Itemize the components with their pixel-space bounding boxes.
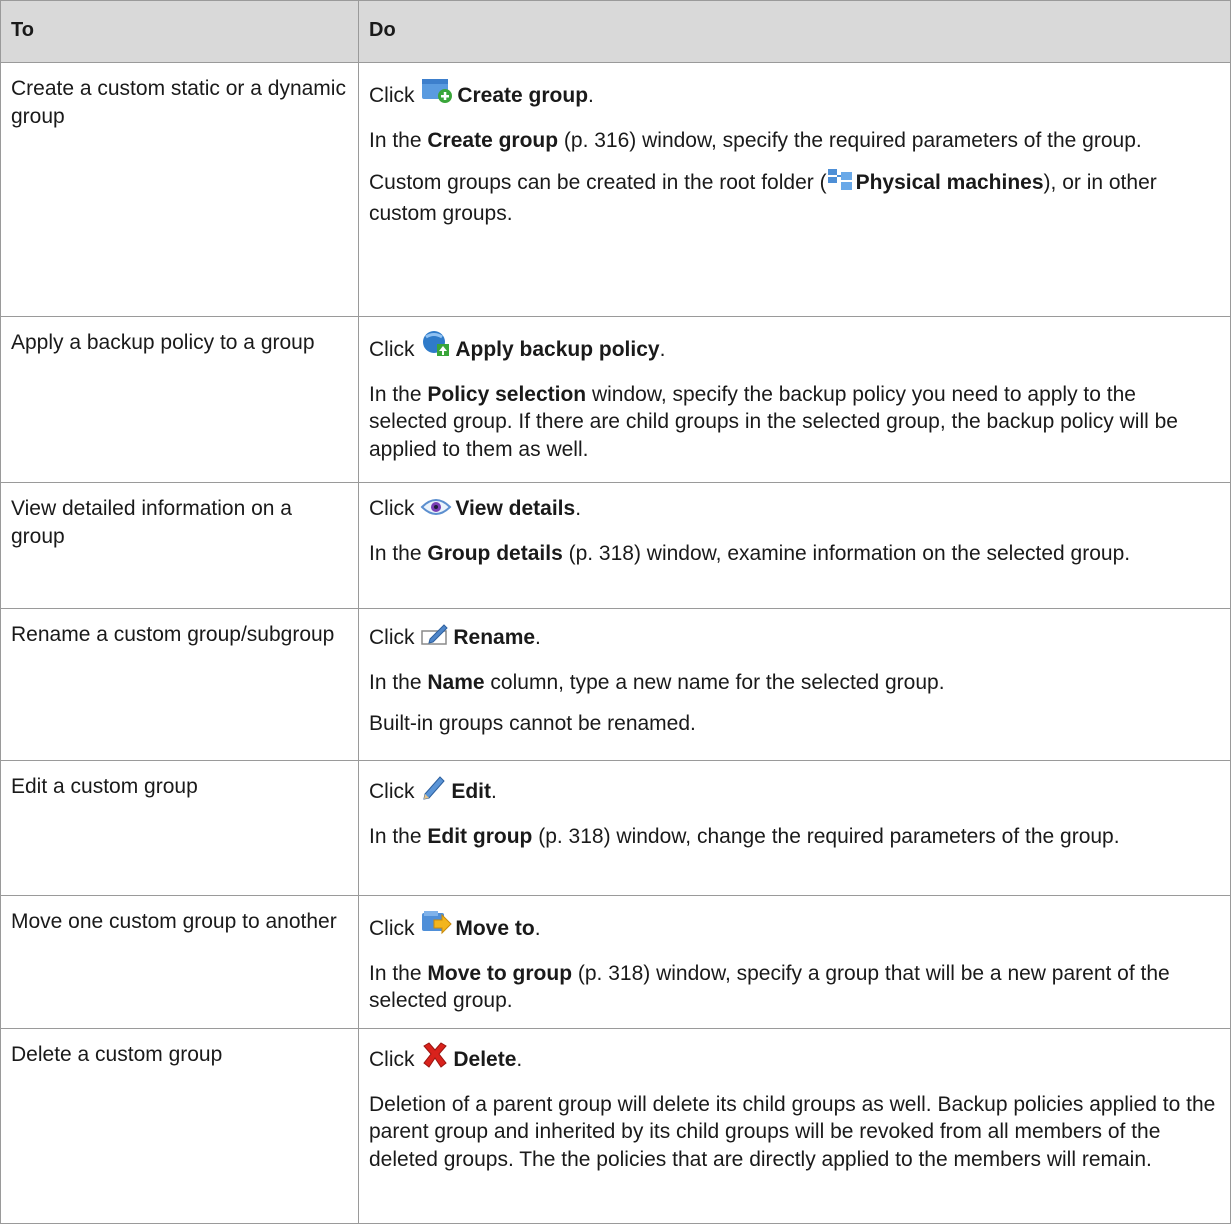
table-row: Rename a custom group/subgroup Click Ren… — [0, 608, 1231, 761]
header-row: To Do — [0, 0, 1231, 63]
row-to-cell: Create a custom static or a dynamic grou… — [0, 62, 359, 317]
table-row: Move one custom group to another Click M… — [0, 895, 1231, 1029]
row-do-cell: Click Create group. In the Create group … — [358, 62, 1231, 317]
table-row: View detailed information on a group Cli… — [0, 482, 1231, 609]
physical-machines-icon — [827, 168, 853, 200]
action-rename: Rename — [453, 626, 536, 649]
edit-icon[interactable] — [420, 773, 448, 809]
row-to-cell: Delete a custom group — [0, 1028, 359, 1224]
table-row: Apply a backup policy to a group Click A… — [0, 316, 1231, 483]
row-do-cell: Click View details. In the Group details… — [358, 482, 1231, 609]
row-to-cell: Move one custom group to another — [0, 895, 359, 1029]
action-edit: Edit — [451, 780, 492, 803]
row-do-cell: Click Delete. Deletion of a parent group… — [358, 1028, 1231, 1224]
action-move-to: Move to — [455, 917, 535, 940]
action-delete: Delete — [453, 1048, 517, 1071]
action-apply-backup-policy: Apply backup policy — [455, 338, 660, 361]
table-row: Create a custom static or a dynamic grou… — [0, 62, 1231, 317]
row-do-cell: Click Move to. In the Move to group (p. … — [358, 895, 1231, 1029]
apply-backup-policy-icon[interactable] — [420, 329, 452, 367]
table-row: Edit a custom group Click Edit. In the E… — [0, 760, 1231, 896]
view-details-icon[interactable] — [420, 496, 452, 526]
row-do-cell: Click Apply backup policy. In the Policy… — [358, 316, 1231, 483]
row-do-cell: Click Rename. In the Name column, type a… — [358, 608, 1231, 761]
action-create-group: Create group — [457, 84, 589, 107]
row-to-cell: Edit a custom group — [0, 760, 359, 896]
header-to: To — [0, 0, 359, 63]
row-to-cell: Apply a backup policy to a group — [0, 316, 359, 483]
move-to-icon[interactable] — [420, 908, 453, 946]
create-group-icon[interactable] — [420, 75, 454, 113]
table-row: Delete a custom group Click Delete. Dele… — [0, 1028, 1231, 1224]
header-do: Do — [358, 0, 1231, 63]
delete-icon[interactable] — [420, 1041, 450, 1077]
row-to-cell: Rename a custom group/subgroup — [0, 608, 359, 761]
action-view-details: View details — [455, 497, 576, 520]
actions-table: To Do Create a custom static or a dynami… — [0, 0, 1231, 1224]
rename-icon[interactable] — [420, 621, 450, 655]
row-to-cell: View detailed information on a group — [0, 482, 359, 609]
row-do-cell: Click Edit. In the Edit group (p. 318) w… — [358, 760, 1231, 896]
